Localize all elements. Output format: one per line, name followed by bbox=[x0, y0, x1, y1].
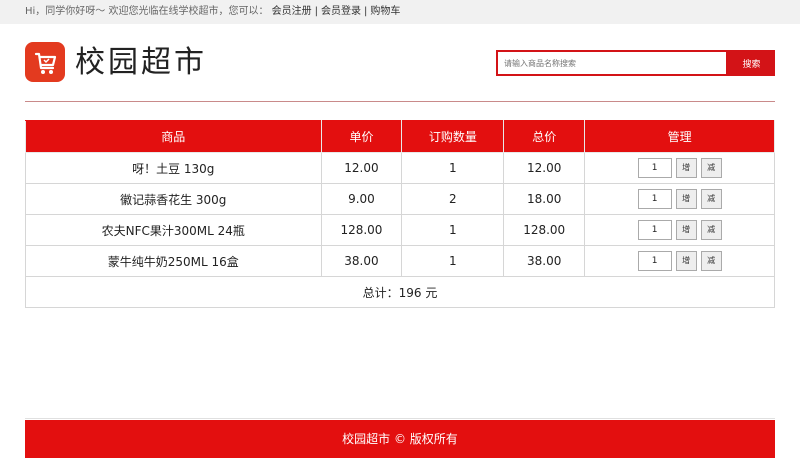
header-manage: 管理 bbox=[584, 120, 775, 153]
manage-cell: 增 减 bbox=[584, 245, 775, 277]
summary-row: 总计：196 元 bbox=[25, 276, 775, 308]
separator: | bbox=[364, 6, 368, 17]
login-link[interactable]: 会员登录 bbox=[321, 6, 361, 17]
search-input[interactable] bbox=[496, 50, 728, 76]
manage-cell: 增 减 bbox=[584, 214, 775, 246]
order-quantity: 1 bbox=[401, 214, 505, 246]
table-row: 呀！土豆 130g 12.00 1 12.00 增 减 bbox=[25, 152, 775, 184]
footer: 校园超市 © 版权所有 bbox=[25, 420, 775, 458]
quantity-input[interactable] bbox=[637, 251, 672, 271]
table-row: 农夫NFC果汁300ML 24瓶 128.00 1 128.00 增 减 bbox=[25, 214, 775, 246]
site-logo-text[interactable]: 校园超市 bbox=[75, 43, 207, 83]
line-total: 128.00 bbox=[503, 214, 586, 246]
product-name: 农夫NFC果汁300ML 24瓶 bbox=[25, 214, 322, 246]
line-total: 12.00 bbox=[503, 152, 586, 184]
table-header-row: 商品 单价 订购数量 总价 管理 bbox=[25, 120, 775, 153]
table-row: 蒙牛纯牛奶250ML 16盒 38.00 1 38.00 增 减 bbox=[25, 245, 775, 277]
table-row: 徽记蒜香花生 300g 9.00 2 18.00 增 减 bbox=[25, 183, 775, 215]
unit-price: 9.00 bbox=[320, 183, 403, 215]
increase-button[interactable]: 增 bbox=[675, 158, 697, 178]
greeting-text: Hi，同学你好呀～ 欢迎您光临在线学校超市，您可以： bbox=[25, 6, 269, 17]
separator: | bbox=[314, 6, 319, 17]
decrease-button[interactable]: 减 bbox=[700, 189, 722, 209]
decrease-button[interactable]: 减 bbox=[700, 251, 722, 271]
register-link[interactable]: 会员注册 bbox=[272, 6, 312, 17]
quantity-input[interactable] bbox=[637, 158, 672, 178]
header: 校园超市 搜索 bbox=[25, 42, 775, 88]
cart-table: 商品 单价 订购数量 总价 管理 呀！土豆 130g 12.00 1 12.00… bbox=[25, 120, 775, 308]
order-quantity: 1 bbox=[401, 245, 505, 277]
decrease-button[interactable]: 减 bbox=[700, 220, 722, 240]
decrease-button[interactable]: 减 bbox=[700, 158, 722, 178]
manage-cell: 增 减 bbox=[584, 152, 775, 184]
unit-price: 12.00 bbox=[320, 152, 403, 184]
line-total: 38.00 bbox=[503, 245, 586, 277]
header-divider bbox=[25, 101, 775, 102]
quantity-input[interactable] bbox=[637, 189, 672, 209]
header-quantity: 订购数量 bbox=[401, 120, 505, 153]
order-quantity: 1 bbox=[401, 152, 505, 184]
unit-price: 128.00 bbox=[320, 214, 403, 246]
header-total: 总价 bbox=[503, 120, 586, 153]
top-bar: Hi，同学你好呀～ 欢迎您光临在线学校超市，您可以： 会员注册 | 会员登录 | 购物车 bbox=[0, 0, 800, 24]
cart-link[interactable]: 购物车 bbox=[370, 6, 400, 17]
order-quantity: 2 bbox=[401, 183, 505, 215]
product-name: 呀！土豆 130g bbox=[25, 152, 322, 184]
header-product: 商品 bbox=[25, 120, 322, 153]
line-total: 18.00 bbox=[503, 183, 586, 215]
shopping-basket-icon[interactable] bbox=[25, 42, 65, 82]
product-name: 徽记蒜香花生 300g bbox=[25, 183, 322, 215]
search-button[interactable]: 搜索 bbox=[728, 50, 775, 76]
unit-price: 38.00 bbox=[320, 245, 403, 277]
footer-divider bbox=[25, 418, 775, 419]
cart-total: 总计：196 元 bbox=[25, 276, 775, 308]
quantity-input[interactable] bbox=[637, 220, 672, 240]
header-unit-price: 单价 bbox=[320, 120, 403, 153]
product-name: 蒙牛纯牛奶250ML 16盒 bbox=[25, 245, 322, 277]
increase-button[interactable]: 增 bbox=[675, 189, 697, 209]
manage-cell: 增 减 bbox=[584, 183, 775, 215]
increase-button[interactable]: 增 bbox=[675, 251, 697, 271]
increase-button[interactable]: 增 bbox=[675, 220, 697, 240]
